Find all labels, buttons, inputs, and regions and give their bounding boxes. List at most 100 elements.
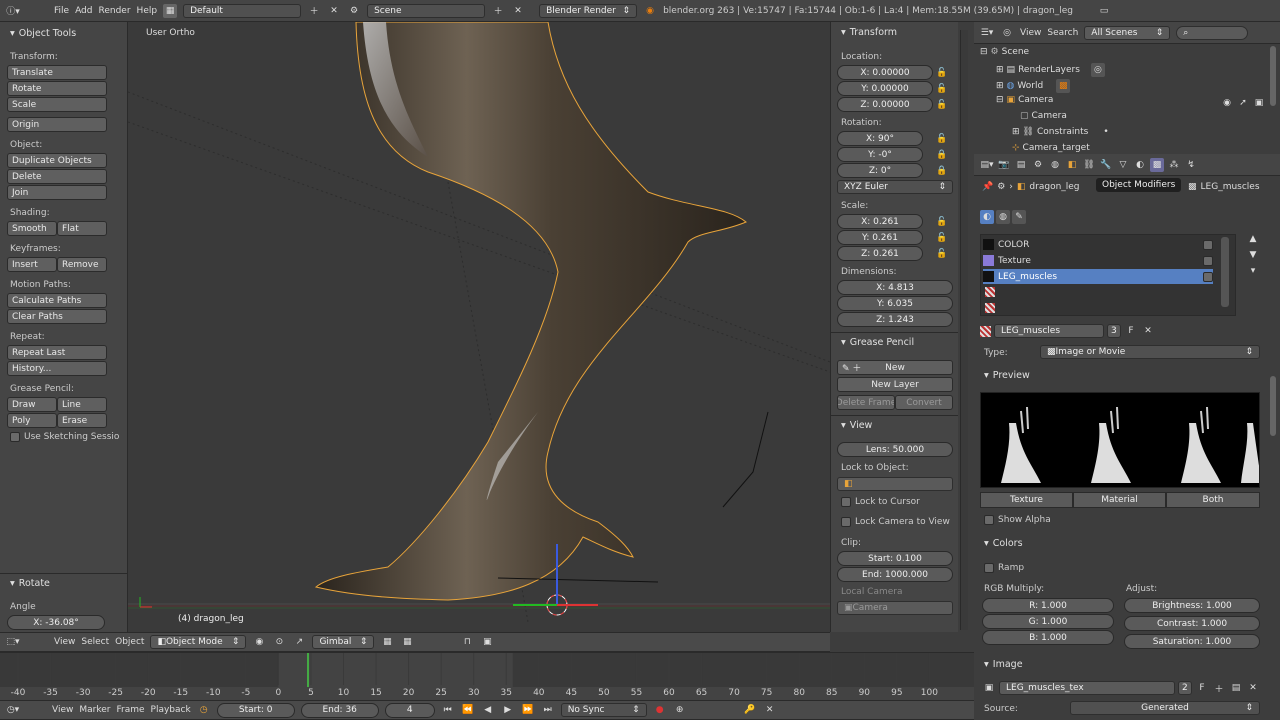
editor-type-icon[interactable]: ▤▾ <box>980 158 994 172</box>
modifiers-tab-icon[interactable]: 🔧 <box>1099 158 1113 172</box>
prev-keyframe-icon[interactable]: ⏪ <box>461 703 475 717</box>
close-scene-icon[interactable]: ✕ <box>511 4 525 18</box>
menu-object[interactable]: Object <box>115 637 144 647</box>
clip-end-field[interactable]: End: 1000.000 <box>837 567 953 582</box>
transform-panel-header[interactable]: ▾ Transform <box>841 27 897 38</box>
pin-icon[interactable]: 📌 <box>982 182 993 192</box>
current-frame-marker[interactable] <box>307 653 309 687</box>
add-scene-icon[interactable]: ＋ <box>491 4 505 18</box>
sketching-checkbox[interactable]: Use Sketching Sessio <box>10 432 119 442</box>
outliner-search-input[interactable]: ⌕ <box>1176 25 1249 40</box>
shading-icon[interactable]: ◉ <box>252 635 266 649</box>
rotation-x-field[interactable]: X: 90° <box>837 131 923 146</box>
data-tab-icon[interactable]: ▽ <box>1116 158 1130 172</box>
preview-tab-both[interactable]: Both <box>1166 492 1260 508</box>
slot-row-leg-muscles[interactable]: LEG_muscles <box>983 269 1213 284</box>
preview-tab-material[interactable]: Material <box>1073 492 1166 508</box>
render-engine-select[interactable]: Blender Render ⇕ <box>539 3 638 18</box>
brush-context-icon[interactable]: ✎ <box>1012 210 1026 224</box>
colors-panel-header[interactable]: ▾ Colors <box>984 538 1023 549</box>
start-frame-field[interactable]: Start: 0 <box>216 702 295 718</box>
remove-keyframe-button[interactable]: Remove <box>57 257 107 272</box>
fake-user-icon[interactable]: F <box>1124 324 1138 338</box>
shelf-scrollbar[interactable] <box>960 30 968 630</box>
unlink-icon[interactable]: ✕ <box>1141 324 1155 338</box>
show-alpha-checkbox[interactable]: Show Alpha <box>984 515 1051 525</box>
image-users-field[interactable]: 2 <box>1178 681 1192 695</box>
eye-icon[interactable]: ◉ <box>1220 96 1234 110</box>
lock-icon[interactable]: 🔓 <box>935 132 949 146</box>
world-context-icon[interactable]: ◍ <box>996 210 1010 224</box>
dragon-leg-mesh[interactable] <box>314 22 747 601</box>
lock-icon[interactable]: 🔒 <box>935 164 949 178</box>
menu-select[interactable]: Select <box>81 637 109 647</box>
new-layer-button[interactable]: New Layer <box>837 377 953 392</box>
outliner-row-constraints[interactable]: ⊞ ⛓ Constraints • <box>1012 127 1109 137</box>
location-y-field[interactable]: Y: 0.00000 <box>837 81 933 96</box>
clip-start-field[interactable]: Start: 0.100 <box>837 551 953 566</box>
lock-icon[interactable]: 🔓 <box>935 247 949 261</box>
pivot-icon[interactable]: ⊙ <box>272 635 286 649</box>
editor-type-icon[interactable]: ⓘ▾ <box>6 4 20 18</box>
repeat-last-button[interactable]: Repeat Last <box>7 345 107 360</box>
layers-icon-2[interactable]: ▦ <box>400 635 414 649</box>
lock-icon[interactable]: 🔓 <box>935 66 949 80</box>
new-grease-button[interactable]: ✎ ＋ New <box>837 360 953 375</box>
dimension-z-field[interactable]: Z: 1.243 <box>837 312 953 327</box>
lock-icon[interactable]: 🔒 <box>935 148 949 162</box>
poly-button[interactable]: Poly <box>7 413 57 428</box>
texture-name-field[interactable]: LEG_muscles <box>994 324 1104 338</box>
scale-x-field[interactable]: X: 0.261 <box>837 214 923 229</box>
preview-tab-texture[interactable]: Texture <box>980 492 1073 508</box>
history-button[interactable]: History... <box>7 361 107 376</box>
object-tab-icon[interactable]: ◧ <box>1065 158 1079 172</box>
rotate-button[interactable]: Rotate <box>7 81 107 96</box>
scene-tab-icon[interactable]: ⚙ <box>1031 158 1045 172</box>
menu-help[interactable]: Help <box>137 6 158 16</box>
scale-y-field[interactable]: Y: 0.261 <box>837 230 923 245</box>
constraints-tab-icon[interactable]: ⛓ <box>1082 158 1096 172</box>
outliner-row-scene[interactable]: ⊟ ⚙ Scene <box>980 47 1029 57</box>
menu-file[interactable]: File <box>54 6 69 16</box>
flat-button[interactable]: Flat <box>57 221 107 236</box>
blue-multiply-field[interactable]: B: 1.000 <box>982 630 1114 645</box>
outliner-row-world[interactable]: ⊞ ◍ World ▩ <box>996 79 1071 93</box>
play-icon[interactable]: ▶ <box>501 703 515 717</box>
lock-icon[interactable]: 🔓 <box>935 98 949 112</box>
select-arrow-icon[interactable]: ➚ <box>1236 96 1250 110</box>
origin-button[interactable]: Origin <box>7 117 107 132</box>
clear-paths-button[interactable]: Clear Paths <box>7 309 107 324</box>
move-up-icon[interactable]: ▲ <box>1246 232 1260 246</box>
properties-scrollbar[interactable] <box>1270 376 1276 436</box>
orientation-select[interactable]: Gimbal ⇕ <box>312 635 375 649</box>
lock-icon[interactable]: 🔓 <box>935 231 949 245</box>
fake-user-icon[interactable]: F <box>1195 681 1209 695</box>
image-name-field[interactable]: LEG_muscles_tex <box>999 681 1175 695</box>
outliner-row-camera-target[interactable]: ⊹ Camera_target <box>1012 143 1090 153</box>
end-frame-field[interactable]: End: 36 <box>300 702 379 718</box>
outliner-scrollbar[interactable] <box>1270 46 1276 106</box>
location-x-field[interactable]: X: 0.00000 <box>837 65 933 80</box>
keyframe-insert-icon[interactable]: 🔑 <box>743 703 757 717</box>
material-tab-icon[interactable]: ◐ <box>1133 158 1147 172</box>
physics-tab-icon[interactable]: ↯ <box>1184 158 1198 172</box>
ramp-checkbox[interactable]: Ramp <box>984 563 1024 573</box>
outliner-menu-view[interactable]: View <box>1020 28 1041 38</box>
lock-icon[interactable]: 🔓 <box>935 215 949 229</box>
preview-range-icon[interactable]: ◷ <box>197 703 211 717</box>
duplicate-button[interactable]: Duplicate Objects <box>7 153 107 168</box>
dimension-x-field[interactable]: X: 4.813 <box>837 280 953 295</box>
outliner-row-camera-data[interactable]: ▢ Camera <box>1020 111 1067 121</box>
source-select[interactable]: Generated ⇕ <box>1070 701 1260 715</box>
texture-browse-icon[interactable] <box>980 325 991 337</box>
insert-keyframe-button[interactable]: Insert <box>7 257 57 272</box>
lens-field[interactable]: Lens: 50.000 <box>837 442 953 457</box>
world-tab-icon[interactable]: ◍ <box>1048 158 1062 172</box>
green-multiply-field[interactable]: G: 1.000 <box>982 614 1114 629</box>
calculate-paths-button[interactable]: Calculate Paths <box>7 293 107 308</box>
slot-row-color[interactable]: COLOR <box>983 237 1213 252</box>
keyframe-delete-icon[interactable]: ✕ <box>763 703 777 717</box>
join-button[interactable]: Join <box>7 185 107 200</box>
contrast-field[interactable]: Contrast: 1.000 <box>1124 616 1260 631</box>
editor-type-icon[interactable]: ◷▾ <box>6 703 20 717</box>
